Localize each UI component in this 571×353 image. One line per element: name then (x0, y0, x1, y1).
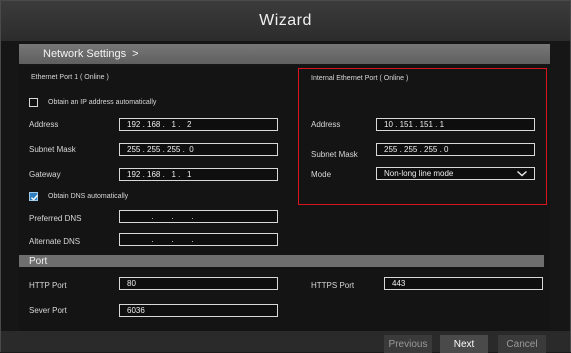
ethernet1-subnet-field[interactable]: 255 . 255 . 255 . 0 (119, 143, 278, 156)
breadcrumb-arrow: > (132, 48, 139, 60)
breadcrumb: Network Settings > (19, 44, 550, 64)
ethernet1-header: Ethernet Port 1 ( Online ) (31, 74, 109, 81)
preferred-dns-label: Preferred DNS (29, 214, 82, 223)
previous-button[interactable]: Previous (384, 335, 432, 353)
internal-subnet-field[interactable]: 255 . 255 . 255 . 0 (376, 143, 535, 156)
internal-port-highlight (298, 68, 547, 205)
ethernet1-address-label: Address (29, 120, 59, 129)
wizard-window: Wizard Network Settings > Ethernet Port … (0, 0, 571, 353)
preferred-dns-field[interactable]: . . . (119, 210, 278, 223)
http-port-field[interactable]: 80 (119, 277, 278, 290)
port-section-header: Port (19, 255, 544, 267)
internal-mode-label: Mode (311, 170, 332, 179)
internal-subnet-label: Subnet Mask (311, 150, 358, 159)
https-port-field[interactable]: 443 (384, 277, 543, 290)
http-port-label: HTTP Port (29, 281, 67, 290)
alternate-dns-label: Alternate DNS (29, 237, 81, 246)
obtain-dns-checkbox[interactable] (29, 192, 39, 201)
chevron-down-icon (517, 170, 527, 177)
mode-select[interactable]: Non-long line mode (376, 167, 535, 180)
check-icon (31, 194, 39, 201)
alternate-dns-field[interactable]: . . . (119, 233, 278, 246)
obtain-dns-label: Obtain DNS automatically (48, 193, 129, 200)
next-button[interactable]: Next (440, 335, 488, 353)
mode-select-value: Non-long line mode (384, 169, 454, 178)
breadcrumb-label: Network Settings (43, 48, 127, 60)
ethernet1-gateway-label: Gateway (29, 170, 61, 179)
internal-address-label: Address (311, 120, 341, 129)
ethernet1-gateway-field[interactable]: 192 . 168 . 1 . 1 (119, 168, 278, 181)
https-port-label: HTTPS Port (311, 281, 355, 290)
port-header-label: Port (29, 255, 48, 267)
internal-address-field[interactable]: 10 . 151 . 151 . 1 (376, 118, 535, 131)
network-settings-panel: Ethernet Port 1 ( Online ) Obtain an IP … (19, 65, 550, 331)
obtain-ip-label: Obtain an IP address automatically (48, 99, 157, 106)
ethernet1-subnet-label: Subnet Mask (29, 145, 76, 154)
ethernet1-address-field[interactable]: 192 . 168 . 1 . 2 (119, 118, 278, 131)
server-port-label: Sever Port (29, 306, 67, 315)
obtain-ip-checkbox[interactable] (29, 98, 38, 107)
internal-header: Internal Ethernet Port ( Online ) (311, 75, 409, 82)
window-title-bar: Wizard (1, 1, 570, 41)
window-title: Wizard (259, 12, 312, 29)
cancel-button[interactable]: Cancel (498, 335, 546, 353)
server-port-field[interactable]: 6036 (119, 304, 278, 317)
